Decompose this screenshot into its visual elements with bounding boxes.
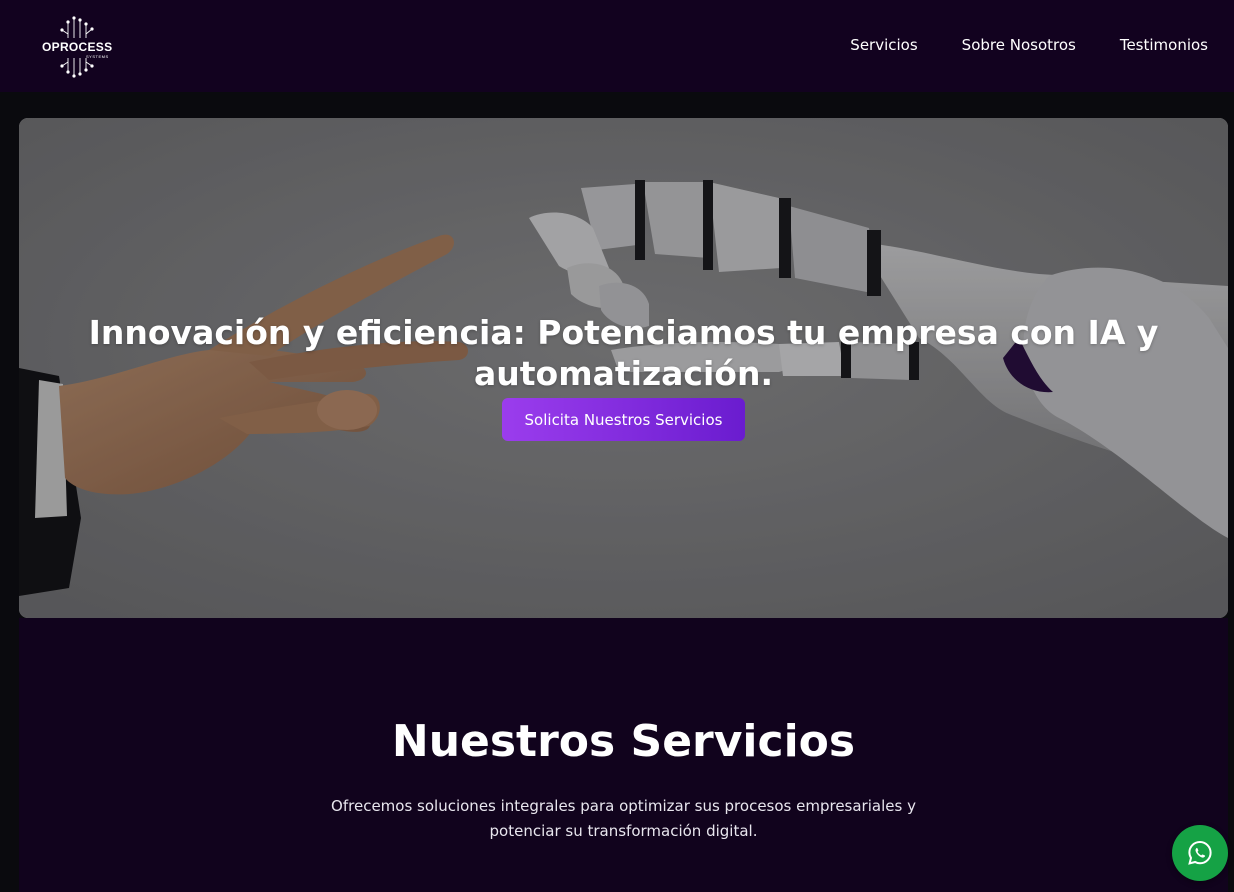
request-services-button[interactable]: Solicita Nuestros Servicios [502, 398, 745, 441]
services-section: Nuestros Servicios Ofrecemos soluciones … [19, 618, 1228, 892]
whatsapp-icon [1188, 840, 1212, 865]
services-description: Ofrecemos soluciones integrales para opt… [331, 797, 916, 840]
logo-subtext: SYSTEMS [86, 54, 109, 59]
nav-link-testimonios[interactable]: Testimonios [1120, 35, 1208, 55]
logo-text: OPROCESS [42, 40, 113, 54]
services-title: Nuestros Servicios [391, 716, 856, 767]
whatsapp-button[interactable] [1172, 825, 1228, 881]
main-nav: Servicios Sobre Nosotros Testimonios [806, 35, 1208, 55]
logo-link[interactable]: OPROCESS SYSTEMS [38, 16, 120, 78]
hero-title: Innovación y eficiencia: Potenciamos tu … [88, 313, 1159, 394]
site-header: OPROCESS SYSTEMS Servicios Sobre Nosotro… [0, 0, 1234, 92]
nav-link-sobre-nosotros[interactable]: Sobre Nosotros [962, 35, 1076, 55]
nav-link-servicios[interactable]: Servicios [850, 35, 917, 55]
hero-banner: Innovación y eficiencia: Potenciamos tu … [19, 118, 1228, 618]
